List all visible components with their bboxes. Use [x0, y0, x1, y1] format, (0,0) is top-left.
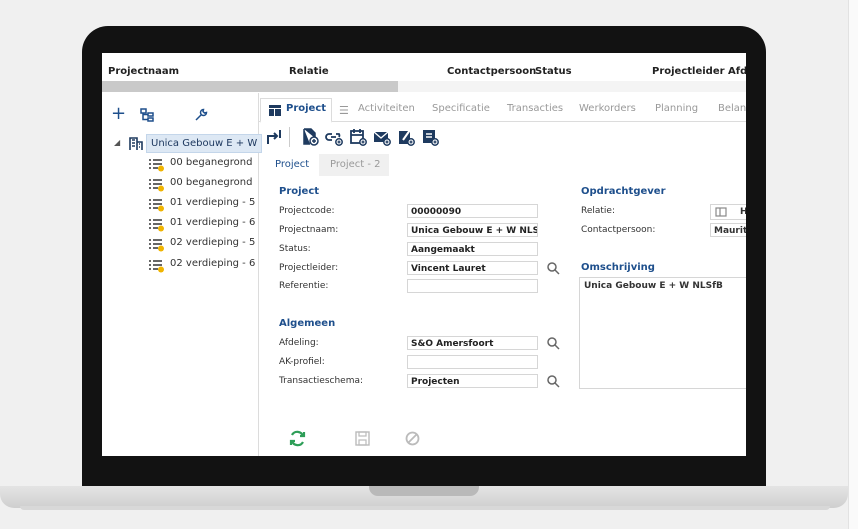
list-check-icon [148, 197, 165, 216]
calendar-add-icon[interactable] [349, 128, 367, 146]
list-check-icon [148, 217, 165, 236]
transactieschema-label: Transactieschema: [279, 376, 364, 386]
akprofiel-field[interactable] [407, 355, 538, 369]
app-screen: Projectnaam Relatie Contactpersoon Statu… [102, 53, 746, 456]
status-field[interactable]: Aangemaakt [407, 242, 538, 256]
tree-item[interactable]: 00 beganegrond [170, 157, 252, 168]
tab-specificatie[interactable]: Specificatie [432, 103, 490, 114]
mail-add-icon[interactable] [373, 128, 391, 146]
tree-item[interactable]: 01 verdieping - 5 [170, 197, 255, 208]
column-header-projectnaam[interactable]: Projectnaam [108, 66, 179, 77]
arrows-icon[interactable] [265, 128, 283, 146]
expand-collapse-icon[interactable]: ◢ [114, 138, 120, 147]
column-header-relatie[interactable]: Relatie [289, 66, 329, 77]
link-add-icon[interactable] [325, 128, 343, 146]
list-check-icon [148, 177, 165, 196]
list-check-icon [148, 237, 165, 256]
tab-werkorders[interactable]: Werkorders [579, 103, 636, 114]
project-tree-panel: + ◢ Unica Gebouw E + W 00 beganegrond 00… [102, 93, 263, 456]
tab-project[interactable]: Project [260, 98, 332, 123]
referentie-field[interactable] [407, 279, 538, 293]
akprofiel-label: AK-profiel: [279, 357, 325, 367]
projectcode-label: Projectcode: [279, 206, 335, 216]
add-icon[interactable]: + [111, 103, 126, 124]
form-add-icon[interactable] [421, 128, 439, 146]
section-algemeen-heading: Algemeen [279, 318, 336, 329]
omschrijving-text: Unica Gebouw E + W NLSfB [584, 281, 723, 291]
subtab-project-2[interactable]: Project - 2 [330, 159, 381, 170]
transactieschema-field[interactable]: Projecten [407, 374, 538, 388]
afdeling-label: Afdeling: [279, 338, 319, 348]
laptop-notch [369, 486, 479, 496]
contactpersoon-label: Contactpersoon: [581, 225, 656, 235]
refresh-icon[interactable] [289, 430, 306, 447]
tab-transacties[interactable]: Transacties [507, 103, 563, 114]
transactieschema-search-icon[interactable] [547, 375, 560, 388]
contactpersoon-field[interactable]: Maurits [710, 223, 746, 237]
horizontal-scrollbar-thumb[interactable] [102, 81, 398, 92]
projectnaam-field[interactable]: Unica Gebouw E + W NLSfB [407, 223, 538, 237]
afdeling-field[interactable]: S&O Amersfoort [407, 336, 538, 350]
projectcode-field[interactable]: 00000090 [407, 204, 538, 218]
save-icon[interactable] [355, 431, 370, 446]
table-icon [269, 105, 281, 116]
section-opdrachtgever-heading: Opdrachtgever [581, 186, 666, 197]
section-omschrijving-heading: Omschrijving [581, 262, 655, 273]
relatie-value: H [740, 207, 746, 217]
projectnaam-label: Projectnaam: [279, 225, 339, 235]
tab-activiteiten[interactable]: Activiteiten [358, 103, 415, 114]
tree-structure-icon[interactable] [140, 107, 154, 126]
omschrijving-textarea[interactable]: Unica Gebouw E + W NLSfB [579, 277, 746, 389]
tree-item[interactable]: 00 beganegrond [170, 177, 252, 188]
tree-root-node[interactable]: Unica Gebouw E + W [146, 134, 263, 153]
new-document-icon[interactable] [301, 128, 319, 146]
relatie-label: Relatie: [581, 206, 616, 216]
laptop-base-foot [20, 506, 830, 510]
address-book-icon[interactable] [715, 207, 727, 217]
tab-planning[interactable]: Planning [655, 103, 698, 114]
referentie-label: Referentie: [279, 281, 329, 291]
column-header-contactpersoon[interactable]: Contactpersoon [447, 66, 536, 77]
tab-project-label: Project [286, 103, 327, 114]
projectleider-label: Projectleider: [279, 263, 339, 273]
page-right-edge [848, 0, 858, 529]
column-header-status[interactable]: Status [535, 66, 572, 77]
tree-item[interactable]: 01 verdieping - 6 [170, 217, 255, 228]
tree-item[interactable]: 02 verdieping - 6 [170, 258, 255, 269]
column-header-projectleider[interactable]: Projectleider [652, 66, 725, 77]
edit-document-add-icon[interactable] [397, 128, 415, 146]
toolbar-divider [289, 127, 290, 147]
section-project-heading: Project [279, 186, 320, 197]
list-icon: ☰ [339, 104, 349, 117]
relatie-field[interactable]: H [710, 204, 746, 220]
subtab-project[interactable]: Project [275, 159, 309, 170]
afdeling-search-icon[interactable] [547, 337, 560, 350]
tab-belang[interactable]: Belang [718, 103, 746, 114]
status-label: Status: [279, 244, 311, 254]
building-icon [128, 135, 144, 155]
column-header-afdeling[interactable]: Afd [728, 66, 746, 77]
tree-item[interactable]: 02 verdieping - 5 [170, 237, 255, 248]
projectleider-search-icon[interactable] [547, 262, 560, 275]
cancel-icon[interactable] [405, 431, 420, 446]
projectleider-field[interactable]: Vincent Lauret [407, 261, 538, 275]
list-check-icon [148, 258, 165, 277]
list-check-icon [148, 157, 165, 176]
wrench-icon[interactable] [194, 107, 208, 126]
